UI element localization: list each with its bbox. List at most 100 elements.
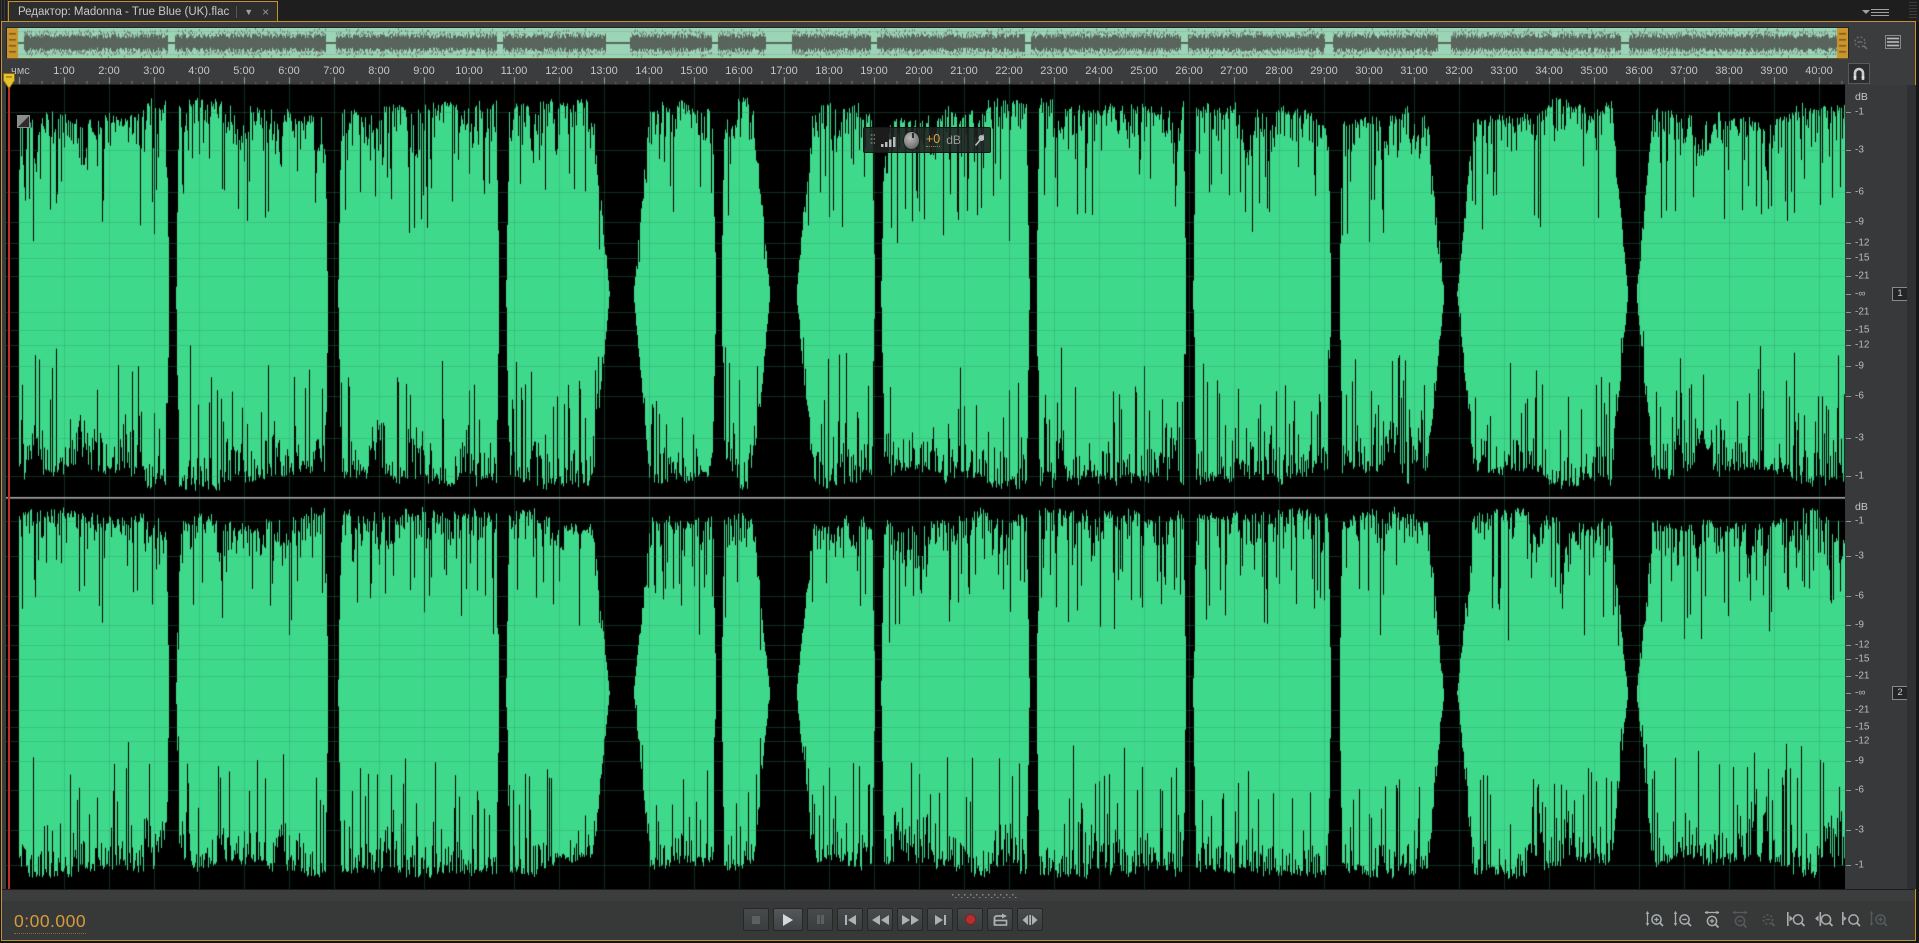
- db-scale-tick: [1846, 396, 1851, 397]
- ruler-minute-label: 17:00: [770, 65, 798, 77]
- panel-grip-right-icon[interactable]: [1909, 2, 1917, 20]
- db-scale-tick: [1846, 150, 1851, 151]
- channel-badge[interactable]: 2: [1892, 686, 1908, 700]
- db-scale-label: -1: [1855, 107, 1864, 118]
- panel-grip-icon[interactable]: [0, 0, 8, 22]
- db-scale-label: -∞: [1855, 688, 1865, 699]
- zoom-out-vertical-button[interactable]: [1673, 910, 1694, 930]
- playback-time-display[interactable]: 0:00.000: [14, 911, 86, 934]
- db-scale-tick: [1846, 222, 1851, 223]
- db-scale-tick: [1846, 727, 1851, 728]
- db-scale-label: -15: [1855, 722, 1869, 733]
- db-scale-tick: [1846, 710, 1851, 711]
- time-ruler[interactable]: чмс 1:002:003:004:005:006:007:008:009:00…: [6, 62, 1846, 85]
- db-scale-label: -12: [1855, 736, 1869, 747]
- channel-badge[interactable]: 1: [1892, 287, 1908, 301]
- ruler-minute-label: 15:00: [680, 65, 708, 77]
- tab-dropdown-icon[interactable]: ▼: [244, 7, 253, 17]
- panel-menu-icon[interactable]: [1871, 7, 1889, 16]
- ruler-minute-label: 40:00: [1805, 65, 1833, 77]
- volume-knob[interactable]: [903, 131, 920, 150]
- ruler-minute-label: 19:00: [860, 65, 888, 77]
- ruler-minute-label: 11:00: [501, 65, 528, 77]
- fast-forward-button[interactable]: [897, 908, 923, 931]
- db-scale-tick: [1846, 521, 1851, 522]
- zoom-reset-vertical-button[interactable]: [1869, 910, 1890, 930]
- db-scale-tick: [1846, 645, 1851, 646]
- skip-selection-button[interactable]: [1017, 908, 1043, 931]
- waveform-canvas[interactable]: [6, 85, 1846, 889]
- overview-waveform-canvas[interactable]: [7, 28, 1848, 58]
- db-scale-tick: [1846, 596, 1851, 597]
- hud-pin-icon[interactable]: [973, 133, 984, 147]
- editor-tab-title: Редактор: Madonna - True Blue (UK).flac: [18, 6, 229, 18]
- hud-gain-unit: dB: [946, 133, 961, 147]
- ruler-minute-label: 38:00: [1715, 65, 1743, 77]
- db-scale-tick: [1846, 438, 1851, 439]
- ruler-minute-label: 9:00: [413, 65, 434, 77]
- zoom-to-in-point-button[interactable]: [1785, 910, 1806, 930]
- ruler-minute-label: 2:00: [98, 65, 119, 77]
- zoom-out-horizontal-button[interactable]: [1729, 910, 1750, 930]
- splitter-handle-icon[interactable]: [952, 894, 1018, 898]
- pause-button[interactable]: [807, 908, 833, 931]
- channel-edit-toggle-icon[interactable]: [17, 115, 30, 128]
- stop-button[interactable]: [743, 908, 769, 931]
- ruler-minute-label: 7:00: [323, 65, 344, 77]
- hud-volume-overlay[interactable]: +0 dB: [863, 127, 991, 153]
- panel-splitter[interactable]: [2, 889, 1915, 901]
- overview-zoom-out-icon: [1851, 34, 1871, 54]
- record-button[interactable]: [957, 908, 983, 931]
- waveform-display[interactable]: [6, 85, 1846, 889]
- loop-playback-button[interactable]: [987, 908, 1013, 931]
- db-scale-label: -9: [1855, 620, 1864, 631]
- ruler-minute-label: 16:00: [725, 65, 753, 77]
- rewind-button[interactable]: [867, 908, 893, 931]
- db-scale-label: -1: [1855, 516, 1864, 527]
- skip-to-start-button[interactable]: [837, 908, 863, 931]
- snap-magnet-button[interactable]: [1848, 63, 1870, 84]
- zoom-in-horizontal-button[interactable]: [1701, 910, 1722, 930]
- db-scale-label: -1: [1855, 471, 1864, 482]
- db-scale-label: -3: [1855, 433, 1864, 444]
- ruler-minute-label: 34:00: [1535, 65, 1563, 77]
- transport-buttons: [743, 908, 1043, 931]
- db-scale-tick: [1846, 556, 1851, 557]
- ruler-minute-label: 13:00: [590, 65, 618, 77]
- tab-close-icon[interactable]: ×: [260, 5, 271, 19]
- db-scale-label: -∞: [1855, 289, 1865, 300]
- amplitude-scale[interactable]: dB-1-1-3-3-6-6-9-9-12-12-15-15-21-21-∞1d…: [1845, 85, 1907, 889]
- db-scale-tick: [1846, 312, 1851, 313]
- ruler-minute-label: 35:00: [1580, 65, 1608, 77]
- editor-tab[interactable]: Редактор: Madonna - True Blue (UK).flac …: [8, 1, 278, 22]
- db-scale-label: -3: [1855, 145, 1864, 156]
- db-scale-label: -21: [1855, 271, 1869, 282]
- db-scale-label: -21: [1855, 671, 1869, 682]
- db-scale-label: -9: [1855, 361, 1864, 372]
- playhead-line: [8, 85, 10, 889]
- db-scale-label: -1: [1855, 860, 1864, 871]
- ruler-minute-label: 32:00: [1445, 65, 1473, 77]
- hud-gain-value[interactable]: +0: [926, 133, 940, 147]
- hud-grip-icon[interactable]: [870, 133, 875, 147]
- zoom-toolbar: [1645, 910, 1890, 930]
- ruler-minute-label: 26:00: [1175, 65, 1203, 77]
- zoom-to-out-point-button[interactable]: [1813, 910, 1834, 930]
- scale-side-strip: [1907, 85, 1916, 889]
- overview-strip[interactable]: [6, 27, 1849, 59]
- panel-tab-bar: Редактор: Madonna - True Blue (UK).flac …: [0, 0, 1919, 22]
- skip-to-end-button[interactable]: [927, 908, 953, 931]
- db-scale-tick: [1846, 112, 1851, 113]
- play-button[interactable]: [773, 908, 803, 931]
- ruler-minute-label: 33:00: [1490, 65, 1518, 77]
- ruler-minute-label: 30:00: [1355, 65, 1383, 77]
- playhead-marker-icon[interactable]: [2, 72, 17, 90]
- zoom-out-full-button[interactable]: [1757, 910, 1778, 930]
- db-scale-label: -3: [1855, 551, 1864, 562]
- overview-display-menu-button[interactable]: [1884, 34, 1904, 54]
- zoom-to-selection-button[interactable]: [1841, 910, 1862, 930]
- db-scale-label: -12: [1855, 340, 1869, 351]
- zoom-in-vertical-button[interactable]: [1645, 910, 1666, 930]
- tab-separator: [236, 6, 237, 18]
- ruler-minute-label: 22:00: [995, 65, 1023, 77]
